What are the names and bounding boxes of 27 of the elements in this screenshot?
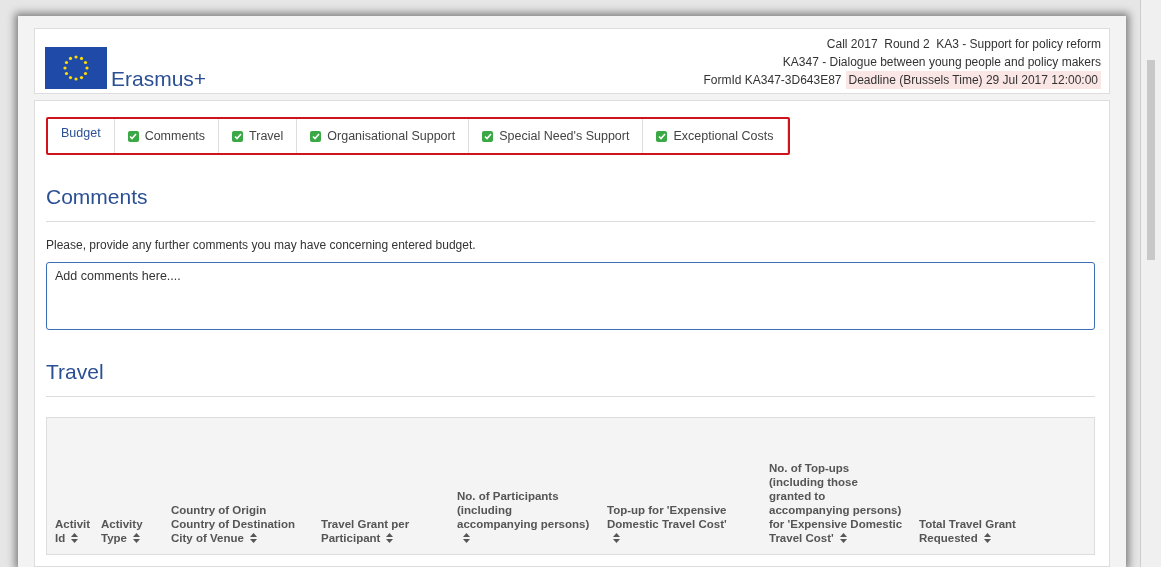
action-info: KA347 - Dialogue between young people and policy makers — [782, 54, 1101, 71]
sort-icon — [249, 533, 257, 543]
sort-icon — [463, 533, 470, 543]
column-header[interactable]: No. of Participants (including accompanying persons) — [457, 489, 607, 546]
deadline-label: Deadline (Brussels Time) 29 Jul 2017 12:00:00 — [845, 71, 1101, 89]
column-header[interactable]: Activit Id — [55, 517, 101, 546]
section-title: Travel — [46, 360, 1095, 397]
brand-name: Erasmus+ — [111, 68, 207, 89]
form-id: FormId KA347-3D643E87 — [703, 72, 842, 89]
section-title: Comments — [46, 185, 1095, 222]
sort-icon — [839, 533, 847, 543]
call-info: Call 2017 Round 2 KA3 - Support for policy reform — [826, 36, 1101, 53]
column-header[interactable]: Country of Origin Country of Destination City of Venue — [171, 503, 321, 546]
eu-flag-icon — [45, 47, 107, 89]
column-header[interactable]: No. of Top-ups (including those granted to accompanying persons) for 'Expensive Domestic Travel Cost' — [769, 461, 919, 546]
comments-field[interactable]: Add comments here.... — [46, 262, 1095, 330]
scrollbar[interactable] — [1140, 0, 1161, 567]
sort-icon — [983, 533, 991, 543]
column-header[interactable]: Top-up for 'Expensive Domestic Travel Cost' — [607, 503, 769, 546]
column-header[interactable]: Activity Type — [101, 517, 171, 546]
sort-icon — [71, 533, 79, 543]
sort-icon — [386, 533, 394, 543]
column-header[interactable]: Travel Grant per Participant — [321, 517, 457, 546]
instruction-text: Please, provide any further comments you may have concerning entered budget. — [46, 238, 477, 252]
sort-icon — [613, 533, 620, 543]
sort-icon — [133, 533, 140, 543]
column-header[interactable]: Total Travel Grant Requested — [919, 517, 1088, 546]
